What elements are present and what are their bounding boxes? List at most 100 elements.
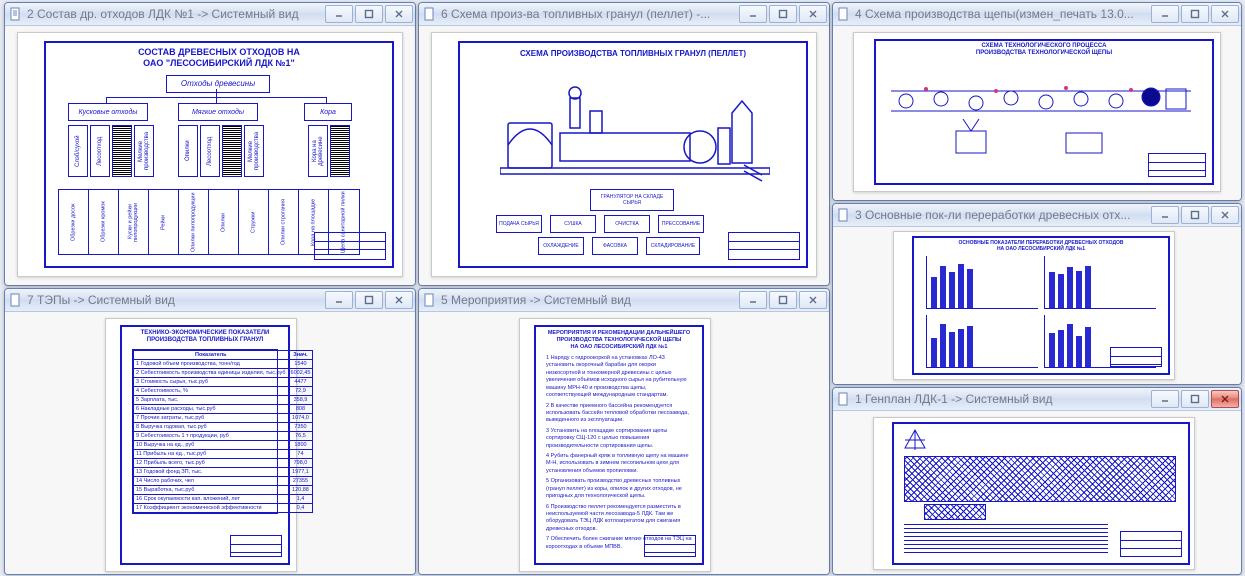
flow-node: СКЛАДИРОВАНИЕ <box>646 237 700 255</box>
window-buttons <box>1151 206 1241 224</box>
maximize-button[interactable] <box>769 5 797 23</box>
window-title: 3 Основные пок-ли переработки древесных … <box>855 208 1147 222</box>
node: Мелкие производства <box>134 125 154 177</box>
drawing-title-1: СХЕМА ТЕХНОЛОГИЧЕСКОГО ПРОЦЕССА <box>876 43 1212 49</box>
minimize-button[interactable] <box>1151 206 1179 224</box>
document-icon <box>837 392 851 406</box>
node-kusk: Кусковые отходы <box>68 103 148 121</box>
node: Слэб/сухой <box>68 125 88 177</box>
drawing-title-1: СОСТАВ ДРЕВЕСНЫХ ОТХОДОВ НА <box>46 47 392 57</box>
drawing-viewport[interactable]: ТЕХНИКО-ЭКОНОМИЧЕСКИЕ ПОКАЗАТЕЛИ ПРОИЗВО… <box>5 312 415 574</box>
titlebar[interactable]: 2 Состав др. отходов ЛДК №1 -> Системный… <box>5 3 415 26</box>
node-kora: Кора <box>304 103 352 121</box>
minimize-button[interactable] <box>325 291 353 309</box>
close-button[interactable] <box>1211 206 1239 224</box>
window-schema-shchepa[interactable]: 4 Схема производства щепы(измен_печать 1… <box>832 2 1242 201</box>
node: Опилки строгания <box>268 189 300 255</box>
flow-node: ОЧИСТКА <box>604 215 650 233</box>
titlebar[interactable]: 1 Генплан ЛДК-1 -> Системный вид <box>833 388 1241 411</box>
maximize-button[interactable] <box>355 291 383 309</box>
minimize-button[interactable] <box>325 5 353 23</box>
close-button[interactable] <box>799 5 827 23</box>
node: Обрезки кромок <box>88 189 120 255</box>
maximize-button[interactable] <box>355 5 383 23</box>
title-block <box>1148 153 1206 177</box>
minimize-button[interactable] <box>739 291 767 309</box>
close-button[interactable] <box>799 291 827 309</box>
bar-chart <box>926 315 1038 368</box>
title-block <box>314 232 386 260</box>
titlebar[interactable]: 7 ТЭПы -> Системный вид <box>5 289 415 312</box>
text-body: 1 Наряду с гидроокоркой на установках ЛО… <box>546 355 692 554</box>
minimize-button[interactable] <box>1151 5 1179 23</box>
drawing-title-1: МЕРОПРИЯТИЯ И РЕКОМЕНДАЦИИ ДАЛЬНЕЙШЕГО <box>536 330 702 336</box>
drawing-viewport[interactable]: СХЕМА ПРОИЗВОДСТВА ТОПЛИВНЫХ ГРАНУЛ (ПЕЛ… <box>419 26 829 285</box>
window-schema-pellet[interactable]: 6 Схема произ-ва топливных гранул (пелле… <box>418 2 830 286</box>
window-title: 7 ТЭПы -> Системный вид <box>27 293 321 307</box>
title-block <box>728 232 800 260</box>
close-button[interactable] <box>385 291 413 309</box>
close-button[interactable] <box>1211 5 1239 23</box>
node: Рейки <box>148 189 180 255</box>
node: Стружки <box>238 189 270 255</box>
flow-node: ФАСОВКА <box>592 237 638 255</box>
window-buttons <box>1151 390 1241 408</box>
drawing-title: СХЕМА ПРОИЗВОДСТВА ТОПЛИВНЫХ ГРАНУЛ (ПЕЛ… <box>460 49 806 58</box>
maximize-button[interactable] <box>769 291 797 309</box>
titlebar[interactable]: 5 Мероприятия -> Системный вид <box>419 289 829 312</box>
document-icon <box>837 7 851 21</box>
flow-node: ОХЛАЖДЕНИЕ <box>538 237 584 255</box>
window-title: 2 Состав др. отходов ЛДК №1 -> Системный… <box>27 7 321 21</box>
titlebar[interactable]: 6 Схема произ-ва топливных гранул (пелле… <box>419 3 829 26</box>
tep-table: ПоказательЗнач.1 Годовой объем производс… <box>132 349 278 514</box>
window-genplan[interactable]: 1 Генплан ЛДК-1 -> Системный вид <box>832 387 1242 575</box>
window-title: 5 Мероприятия -> Системный вид <box>441 293 735 307</box>
flow-node: ПОДАЧА СЫРЬЯ <box>496 215 542 233</box>
minimize-button[interactable] <box>739 5 767 23</box>
drawing-viewport[interactable]: СХЕМА ТЕХНОЛОГИЧЕСКОГО ПРОЦЕССА ПРОИЗВОД… <box>833 26 1241 200</box>
minimize-button[interactable] <box>1151 390 1179 408</box>
node: Опилки <box>208 189 240 255</box>
legend-table <box>904 524 1108 554</box>
drawing-viewport[interactable]: МЕРОПРИЯТИЯ И РЕКОМЕНДАЦИИ ДАЛЬНЕЙШЕГО П… <box>419 312 829 574</box>
window-buttons <box>739 291 829 309</box>
node: Мелкие производства <box>244 125 264 177</box>
drawing-title-3: НА ОАО ЛЕСОСИБИРСКИЙ ЛДК №1 <box>536 344 702 350</box>
window-sostav[interactable]: 2 Состав др. отходов ЛДК №1 -> Системный… <box>4 2 416 286</box>
site-plan <box>904 456 1176 502</box>
titlebar[interactable]: 3 Основные пок-ли переработки древесных … <box>833 204 1241 227</box>
flow-node: СУШКА <box>550 215 596 233</box>
drawing-viewport[interactable]: ОСНОВНЫЕ ПОКАЗАТЕЛИ ПЕРЕРАБОТКИ ДРЕВЕСНЫ… <box>833 227 1241 384</box>
close-button[interactable] <box>1211 390 1239 408</box>
bar-chart <box>926 256 1038 309</box>
site-plan <box>924 504 986 520</box>
drawing-viewport[interactable] <box>833 411 1241 574</box>
node <box>222 125 242 177</box>
document-icon <box>9 293 23 307</box>
window-meropriyatiya[interactable]: 5 Мероприятия -> Системный вид МЕРОПРИЯТ… <box>418 288 830 575</box>
node-root: Отходы древесины <box>166 75 270 93</box>
window-title: 1 Генплан ЛДК-1 -> Системный вид <box>855 392 1147 406</box>
close-button[interactable] <box>385 5 413 23</box>
title-block <box>1120 531 1182 557</box>
maximize-button[interactable] <box>1181 390 1209 408</box>
drawing-viewport[interactable]: СОСТАВ ДРЕВЕСНЫХ ОТХОДОВ НА ОАО "ЛЕСОСИБ… <box>5 26 415 285</box>
node: Куски и рейки пилопродукции <box>118 189 150 255</box>
window-buttons <box>325 5 415 23</box>
window-pokazateli[interactable]: 3 Основные пок-ли переработки древесных … <box>832 203 1242 385</box>
maximize-button[interactable] <box>1181 5 1209 23</box>
flow-center: ГРАНУЛЯТОР НА СКЛАДЕ СЫРЬЯ <box>590 189 674 211</box>
window-buttons <box>739 5 829 23</box>
window-buttons <box>1151 5 1241 23</box>
titlebar[interactable]: 4 Схема производства щепы(измен_печать 1… <box>833 3 1241 26</box>
title-block <box>230 535 282 557</box>
drawing-title-2: ОАО "ЛЕСОСИБИРСКИЙ ЛДК №1" <box>46 58 392 68</box>
drawing-title-1: ТЕХНИКО-ЭКОНОМИЧЕСКИЕ ПОКАЗАТЕЛИ <box>122 330 288 336</box>
node: Опилки <box>178 125 198 177</box>
window-tep[interactable]: 7 ТЭПы -> Системный вид ТЕХНИКО-ЭКОНОМИЧ… <box>4 288 416 575</box>
node: Лесоотход <box>90 125 110 177</box>
maximize-button[interactable] <box>1181 206 1209 224</box>
drawing-title-2: ПРОИЗВОДСТВА ТЕХНОЛОГИЧЕСКОЙ ЩЕПЫ <box>876 50 1212 56</box>
node: Обрезки досок <box>58 189 90 255</box>
title-block <box>1110 347 1162 367</box>
